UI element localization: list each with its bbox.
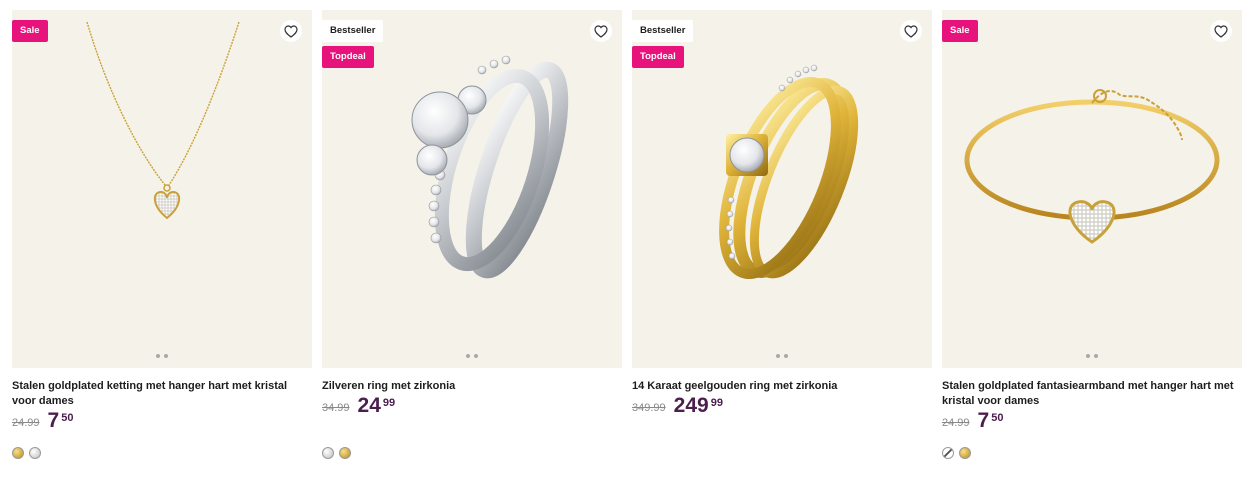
wishlist-button[interactable] (1210, 20, 1232, 42)
swatch-gold[interactable] (959, 447, 971, 459)
old-price: 24.99 (942, 417, 970, 429)
image-carousel-dots[interactable] (12, 354, 312, 358)
product-image-area[interactable]: Sale (12, 10, 312, 368)
product-title[interactable]: Zilveren ring met zirkonia (322, 379, 622, 394)
swatch-gold[interactable] (12, 447, 24, 459)
badge-sale: Sale (942, 20, 978, 42)
product-card[interactable]: Sale Stalen goldplated ketting met hange… (12, 10, 312, 480)
swatch-silver[interactable] (29, 447, 41, 459)
swatch-silver[interactable] (322, 447, 334, 459)
wishlist-button[interactable] (280, 20, 302, 42)
product-title[interactable]: 14 Karaat geelgouden ring met zirkonia (632, 379, 932, 394)
badge-topdeal: Topdeal (632, 46, 684, 68)
heart-outline-icon (904, 24, 918, 38)
current-price: 24 (357, 394, 381, 417)
product-card[interactable]: Bestseller Topdeal Zilveren ring met zir… (322, 10, 622, 480)
product-card[interactable]: Bestseller Topdeal 14 Karaat geelgouden … (632, 10, 932, 480)
badge-bestseller: Bestseller (322, 20, 384, 42)
product-image-bracelet (964, 89, 1220, 244)
product-title[interactable]: Stalen goldplated ketting met hanger har… (12, 379, 312, 409)
swatch-none[interactable] (942, 447, 954, 459)
current-price-cents: 99 (382, 397, 396, 409)
price: 34.99 24 99 (322, 394, 396, 417)
product-image-necklace (86, 21, 240, 220)
badge-sale: Sale (12, 20, 48, 42)
wishlist-button[interactable] (900, 20, 922, 42)
current-price: 249 (673, 394, 709, 417)
current-price-cents: 99 (710, 397, 723, 409)
product-image-area[interactable]: Bestseller Topdeal (632, 10, 932, 368)
image-carousel-dots[interactable] (632, 354, 932, 358)
price: 349.99 249 99 (632, 394, 723, 417)
old-price: 349.99 (632, 402, 666, 414)
badge-bestseller: Bestseller (632, 20, 694, 42)
color-swatches (12, 447, 41, 459)
color-swatches (942, 447, 971, 459)
old-price: 24.99 (12, 417, 40, 429)
old-price: 34.99 (322, 402, 350, 414)
current-price-cents: 50 (61, 412, 74, 424)
color-swatches (322, 447, 351, 459)
current-price: 7 (47, 409, 60, 432)
image-carousel-dots[interactable] (322, 354, 622, 358)
heart-outline-icon (594, 24, 608, 38)
current-price: 7 (977, 409, 990, 432)
current-price-cents: 50 (991, 412, 1004, 424)
product-image-area[interactable]: Bestseller Topdeal (322, 10, 622, 368)
product-image-area[interactable]: Sale (942, 10, 1242, 368)
product-card[interactable]: Sale Stalen goldplated fantasiearmband m… (942, 10, 1242, 480)
heart-outline-icon (1214, 24, 1228, 38)
price: 24.99 7 50 (942, 409, 1004, 432)
image-carousel-dots[interactable] (942, 354, 1242, 358)
badge-topdeal: Topdeal (322, 46, 374, 68)
swatch-gold[interactable] (339, 447, 351, 459)
product-title[interactable]: Stalen goldplated fantasiearmband met ha… (942, 379, 1242, 409)
price: 24.99 7 50 (12, 409, 74, 432)
wishlist-button[interactable] (590, 20, 612, 42)
product-grid: Sale Stalen goldplated ketting met hange… (12, 10, 1242, 480)
heart-outline-icon (284, 24, 298, 38)
